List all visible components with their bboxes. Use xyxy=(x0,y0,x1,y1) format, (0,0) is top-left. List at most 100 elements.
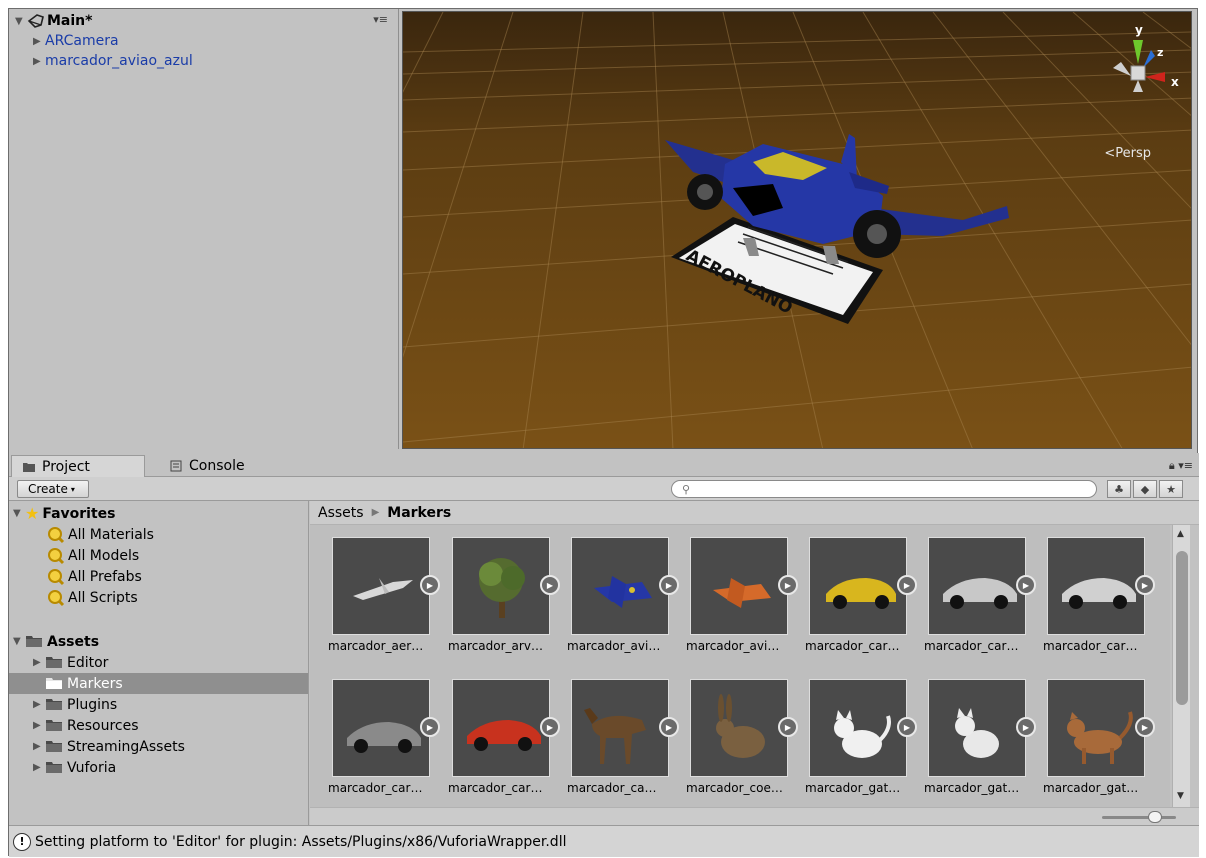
search-icon xyxy=(48,589,65,606)
asset-tile[interactable]: ▶ marcador_avi… xyxy=(549,525,679,657)
silver-car-thumbnail xyxy=(928,537,1026,635)
asset-tile[interactable]: ▶ marcador_arv… xyxy=(430,525,560,657)
filter-type-icon: ♣ xyxy=(1114,482,1124,496)
favorite-item[interactable]: All Scripts xyxy=(9,587,308,608)
lock-icon[interactable]: 🔒︎ ▾≡ xyxy=(1169,459,1193,473)
asset-grid: ▶ marcador_aer… ▶ marcador_arv… ▶ marcador_av… xyxy=(310,525,1170,807)
favorite-item-label: All Scripts xyxy=(68,589,138,606)
folder-item-markers[interactable]: Markers xyxy=(9,673,308,694)
tabby-cat-thumbnail xyxy=(1047,679,1145,777)
hierarchy-item-label: marcador_aviao_azul xyxy=(45,53,193,69)
asset-tile[interactable]: ▶ marcador_car… xyxy=(1025,525,1155,657)
rabbit-thumbnail xyxy=(690,679,788,777)
scene-row[interactable]: ▼ Main* xyxy=(15,11,92,31)
folder-label: Vuforia xyxy=(67,759,117,776)
expand-triangle-icon[interactable]: ▶ xyxy=(33,36,45,47)
info-icon: ! xyxy=(13,832,31,851)
create-button[interactable]: Create ▾ xyxy=(17,480,89,498)
favorite-item[interactable]: All Materials xyxy=(9,524,308,545)
prefab-expand-icon[interactable]: ▶ xyxy=(1135,575,1155,595)
asset-label: marcador_coe… xyxy=(686,781,783,795)
breadcrumb-assets[interactable]: Assets xyxy=(318,505,364,521)
expand-triangle-icon[interactable]: ▶ xyxy=(33,762,45,773)
favorite-item[interactable]: All Models xyxy=(9,545,308,566)
projection-toggle[interactable]: <Persp xyxy=(1104,146,1151,161)
collapse-triangle-icon[interactable]: ▼ xyxy=(15,16,27,27)
asset-tile[interactable]: ▶ marcador_car… xyxy=(430,667,560,799)
asset-tile[interactable]: ▶ marcador_ca… xyxy=(549,667,679,799)
search-by-label-button[interactable]: ◆ xyxy=(1133,480,1157,498)
save-search-button[interactable]: ★ xyxy=(1159,480,1183,498)
breadcrumb-separator-icon: ▶ xyxy=(371,507,380,518)
folder-label: StreamingAssets xyxy=(67,738,185,755)
horse-thumbnail xyxy=(571,679,669,777)
favorite-item[interactable]: All Prefabs xyxy=(9,566,308,587)
tab-project[interactable]: Project xyxy=(11,455,145,477)
search-icon: ⚲ xyxy=(682,482,691,496)
favorites-label: Favorites xyxy=(42,505,116,522)
tree-thumbnail xyxy=(452,537,550,635)
asset-tile[interactable]: ▶ marcador_gat… xyxy=(1025,667,1155,799)
asset-tile[interactable]: ▶ marcador_car… xyxy=(906,525,1036,657)
asset-tile[interactable]: ▶ marcador_gat… xyxy=(906,667,1036,799)
folder-item-resources[interactable]: ▶ Resources xyxy=(9,715,308,736)
expand-triangle-icon[interactable]: ▶ xyxy=(33,657,45,668)
asset-label: marcador_car… xyxy=(448,781,543,795)
asset-tile[interactable]: ▶ marcador_car… xyxy=(787,525,917,657)
asset-tile[interactable]: ▶ marcador_aer… xyxy=(310,525,440,657)
favorite-item-label: All Prefabs xyxy=(68,568,142,585)
hierarchy-item-marcador[interactable]: ▶ marcador_aviao_azul xyxy=(33,51,193,71)
favorites-header[interactable]: ▼ ★ Favorites xyxy=(9,503,308,524)
unity-scene-icon xyxy=(27,14,44,28)
expand-triangle-icon[interactable]: ▶ xyxy=(33,699,45,710)
zoom-slider-knob[interactable] xyxy=(1148,811,1162,823)
search-by-type-button[interactable]: ♣ xyxy=(1107,480,1131,498)
status-bar[interactable]: ! Setting platform to 'Editor' for plugi… xyxy=(9,825,1199,857)
search-input[interactable]: ⚲ xyxy=(671,480,1097,498)
project-toolbar: Create ▾ ⚲ ♣ ◆ ★ xyxy=(9,477,1199,501)
search-icon xyxy=(48,568,65,585)
breadcrumb-markers[interactable]: Markers xyxy=(387,505,451,521)
asset-tile[interactable]: ▶ marcador_coe… xyxy=(668,667,798,799)
red-car-thumbnail xyxy=(452,679,550,777)
folder-item-streamingassets[interactable]: ▶ StreamingAssets xyxy=(9,736,308,757)
asset-label: marcador_gat… xyxy=(805,781,901,795)
folder-label: Resources xyxy=(67,717,139,734)
orientation-gizmo-icon[interactable]: y x z xyxy=(1093,20,1183,110)
asset-label: marcador_car… xyxy=(1043,639,1138,653)
scene-view[interactable]: AEROPLANO y x z <Persp xyxy=(402,11,1192,449)
folder-item-vuforia[interactable]: ▶ Vuforia xyxy=(9,757,308,778)
vertical-scrollbar[interactable]: ▲ ▼ xyxy=(1172,525,1190,807)
folder-label: Markers xyxy=(67,675,123,692)
silver-car-2-thumbnail xyxy=(1047,537,1145,635)
collapse-triangle-icon[interactable]: ▼ xyxy=(13,508,25,519)
assets-header[interactable]: ▼ Assets xyxy=(9,631,308,652)
expand-triangle-icon[interactable]: ▶ xyxy=(33,720,45,731)
asset-tile[interactable]: ▶ marcador_gat… xyxy=(787,667,917,799)
expand-triangle-icon[interactable]: ▶ xyxy=(33,56,45,67)
zoom-slider-bar xyxy=(310,807,1199,825)
folder-item-editor[interactable]: ▶ Editor xyxy=(9,652,308,673)
scroll-up-icon[interactable]: ▲ xyxy=(1177,529,1184,539)
asset-browser: Assets ▶ Markers ▶ marcador_aer… ▶ marcador… xyxy=(310,501,1199,825)
scrollbar-thumb[interactable] xyxy=(1176,551,1188,705)
star-icon: ★ xyxy=(1166,482,1176,496)
asset-tile[interactable]: ▶ marcador_car… xyxy=(310,667,440,799)
expand-triangle-icon[interactable]: ▶ xyxy=(33,741,45,752)
folder-icon xyxy=(46,762,62,773)
favorite-item-label: All Models xyxy=(68,547,140,564)
prefab-expand-icon[interactable]: ▶ xyxy=(1135,717,1155,737)
folder-item-plugins[interactable]: ▶ Plugins xyxy=(9,694,308,715)
zoom-slider-track[interactable] xyxy=(1102,816,1176,819)
collapse-triangle-icon[interactable]: ▼ xyxy=(13,636,25,647)
asset-label: marcador_avi… xyxy=(686,639,780,653)
panel-menu-icon[interactable]: ▾≡ xyxy=(373,13,388,26)
unity-editor-window: ▼ Main* ▾≡ ▶ ARCamera ▶ marcador_aviao_a… xyxy=(8,8,1199,857)
hierarchy-item-arcamera[interactable]: ▶ ARCamera xyxy=(33,31,119,51)
tab-console-label: Console xyxy=(189,458,245,474)
search-icon xyxy=(48,526,65,543)
create-label: Create xyxy=(28,482,68,496)
scroll-down-icon[interactable]: ▼ xyxy=(1177,791,1184,801)
asset-tile[interactable]: ▶ marcador_avi… xyxy=(668,525,798,657)
tab-console[interactable]: Console xyxy=(159,455,293,477)
